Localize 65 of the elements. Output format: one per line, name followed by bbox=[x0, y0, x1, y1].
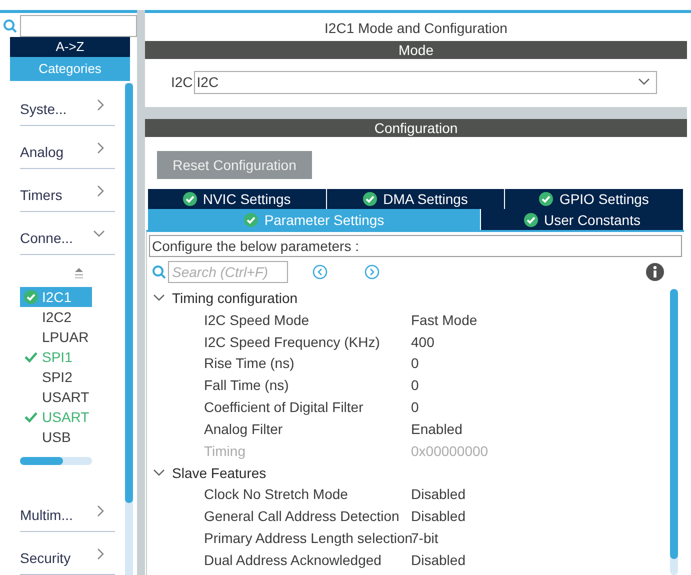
search-field[interactable]: Search (Ctrl+F) bbox=[168, 261, 288, 283]
mode-dropdown[interactable]: I2C bbox=[194, 70, 657, 94]
search-icon bbox=[152, 265, 166, 279]
peripheral-item[interactable]: SPI2 bbox=[20, 367, 92, 387]
parameter-value[interactable]: 0 bbox=[411, 377, 419, 394]
group-label[interactable]: Timing configuration bbox=[172, 290, 298, 306]
parameter-value[interactable]: 7-bit bbox=[411, 530, 438, 546]
tab[interactable]: DMA Settings bbox=[326, 189, 506, 209]
vertical-scrollbar[interactable] bbox=[125, 83, 133, 575]
category-item[interactable]: Timers bbox=[20, 178, 62, 202]
parameter-value[interactable]: Disabled bbox=[411, 552, 466, 568]
parameter-value[interactable]: Disabled bbox=[411, 508, 466, 524]
info-icon bbox=[646, 263, 664, 281]
parameter-name: I2C Speed Mode bbox=[204, 312, 310, 328]
parameter-name: Rise Time (ns) bbox=[204, 355, 296, 372]
horizontal-scrollbar[interactable] bbox=[20, 457, 92, 465]
next-icon bbox=[364, 264, 380, 280]
vertical-scrollbar[interactable] bbox=[670, 289, 678, 575]
check-circle-icon bbox=[244, 212, 258, 226]
parameter-name: I2C Speed Frequency (KHz) bbox=[204, 334, 381, 350]
check-circle-icon bbox=[539, 192, 554, 206]
check-icon bbox=[24, 411, 38, 423]
parameter-value[interactable]: 400 bbox=[411, 334, 434, 350]
previous-icon bbox=[312, 264, 328, 280]
parameter-value[interactable]: Enabled bbox=[411, 420, 462, 437]
parameter-value[interactable]: Fast Mode bbox=[411, 312, 478, 328]
peripheral-item[interactable]: USART bbox=[20, 387, 92, 407]
parameter-name: Primary Address Length selection bbox=[204, 530, 411, 546]
parameter-name: Timing bbox=[204, 442, 246, 459]
field-label: I2C bbox=[171, 74, 193, 90]
category-item[interactable]: Multim... bbox=[20, 498, 73, 522]
parameter-name: Clock No Stretch Mode bbox=[204, 486, 349, 502]
check-circle-icon bbox=[24, 290, 38, 304]
description-field: Configure the below parameters : bbox=[149, 235, 682, 257]
check-circle-icon bbox=[524, 212, 538, 226]
check-circle-icon bbox=[182, 192, 197, 206]
parameter-name: Analog Filter bbox=[204, 420, 284, 437]
sort-tab[interactable]: A->Z bbox=[10, 37, 130, 57]
peripheral-item[interactable]: I2C2 bbox=[20, 307, 92, 327]
group-label[interactable]: Slave Features bbox=[172, 464, 266, 481]
check-circle-icon bbox=[363, 192, 378, 206]
category-item[interactable]: Security bbox=[20, 542, 71, 566]
parameter-name: Dual Address Acknowledged bbox=[204, 552, 382, 568]
category-item[interactable]: Syste... bbox=[20, 92, 67, 116]
sort-icon bbox=[74, 267, 84, 279]
chevron-down-icon bbox=[638, 78, 650, 86]
tab[interactable]: GPIO Settings bbox=[505, 189, 684, 209]
peripheral-item[interactable]: LPUAR bbox=[20, 327, 92, 347]
search-icon bbox=[3, 18, 17, 32]
peripheral-item[interactable]: USB bbox=[20, 427, 92, 447]
parameter-name: Fall Time (ns) bbox=[204, 377, 290, 394]
section-header: Mode bbox=[145, 41, 687, 59]
tab[interactable]: User Constants bbox=[481, 209, 684, 230]
parameter-name: Coefficient of Digital Filter bbox=[204, 399, 364, 416]
parameter-value[interactable]: 0 bbox=[411, 355, 419, 372]
category-item[interactable]: Analog bbox=[20, 136, 64, 160]
parameter-value[interactable]: Disabled bbox=[411, 486, 466, 502]
section-header: Configuration bbox=[145, 119, 687, 137]
parameter-name: General Call Address Detection bbox=[204, 508, 400, 524]
check-icon bbox=[24, 351, 38, 363]
search-field[interactable] bbox=[20, 14, 137, 36]
category-item[interactable]: Conne... bbox=[20, 222, 73, 246]
window-title: I2C1 Mode and Configuration bbox=[324, 19, 508, 38]
parameter-value[interactable]: 0 bbox=[411, 399, 419, 416]
tab[interactable]: NVIC Settings bbox=[148, 189, 327, 209]
